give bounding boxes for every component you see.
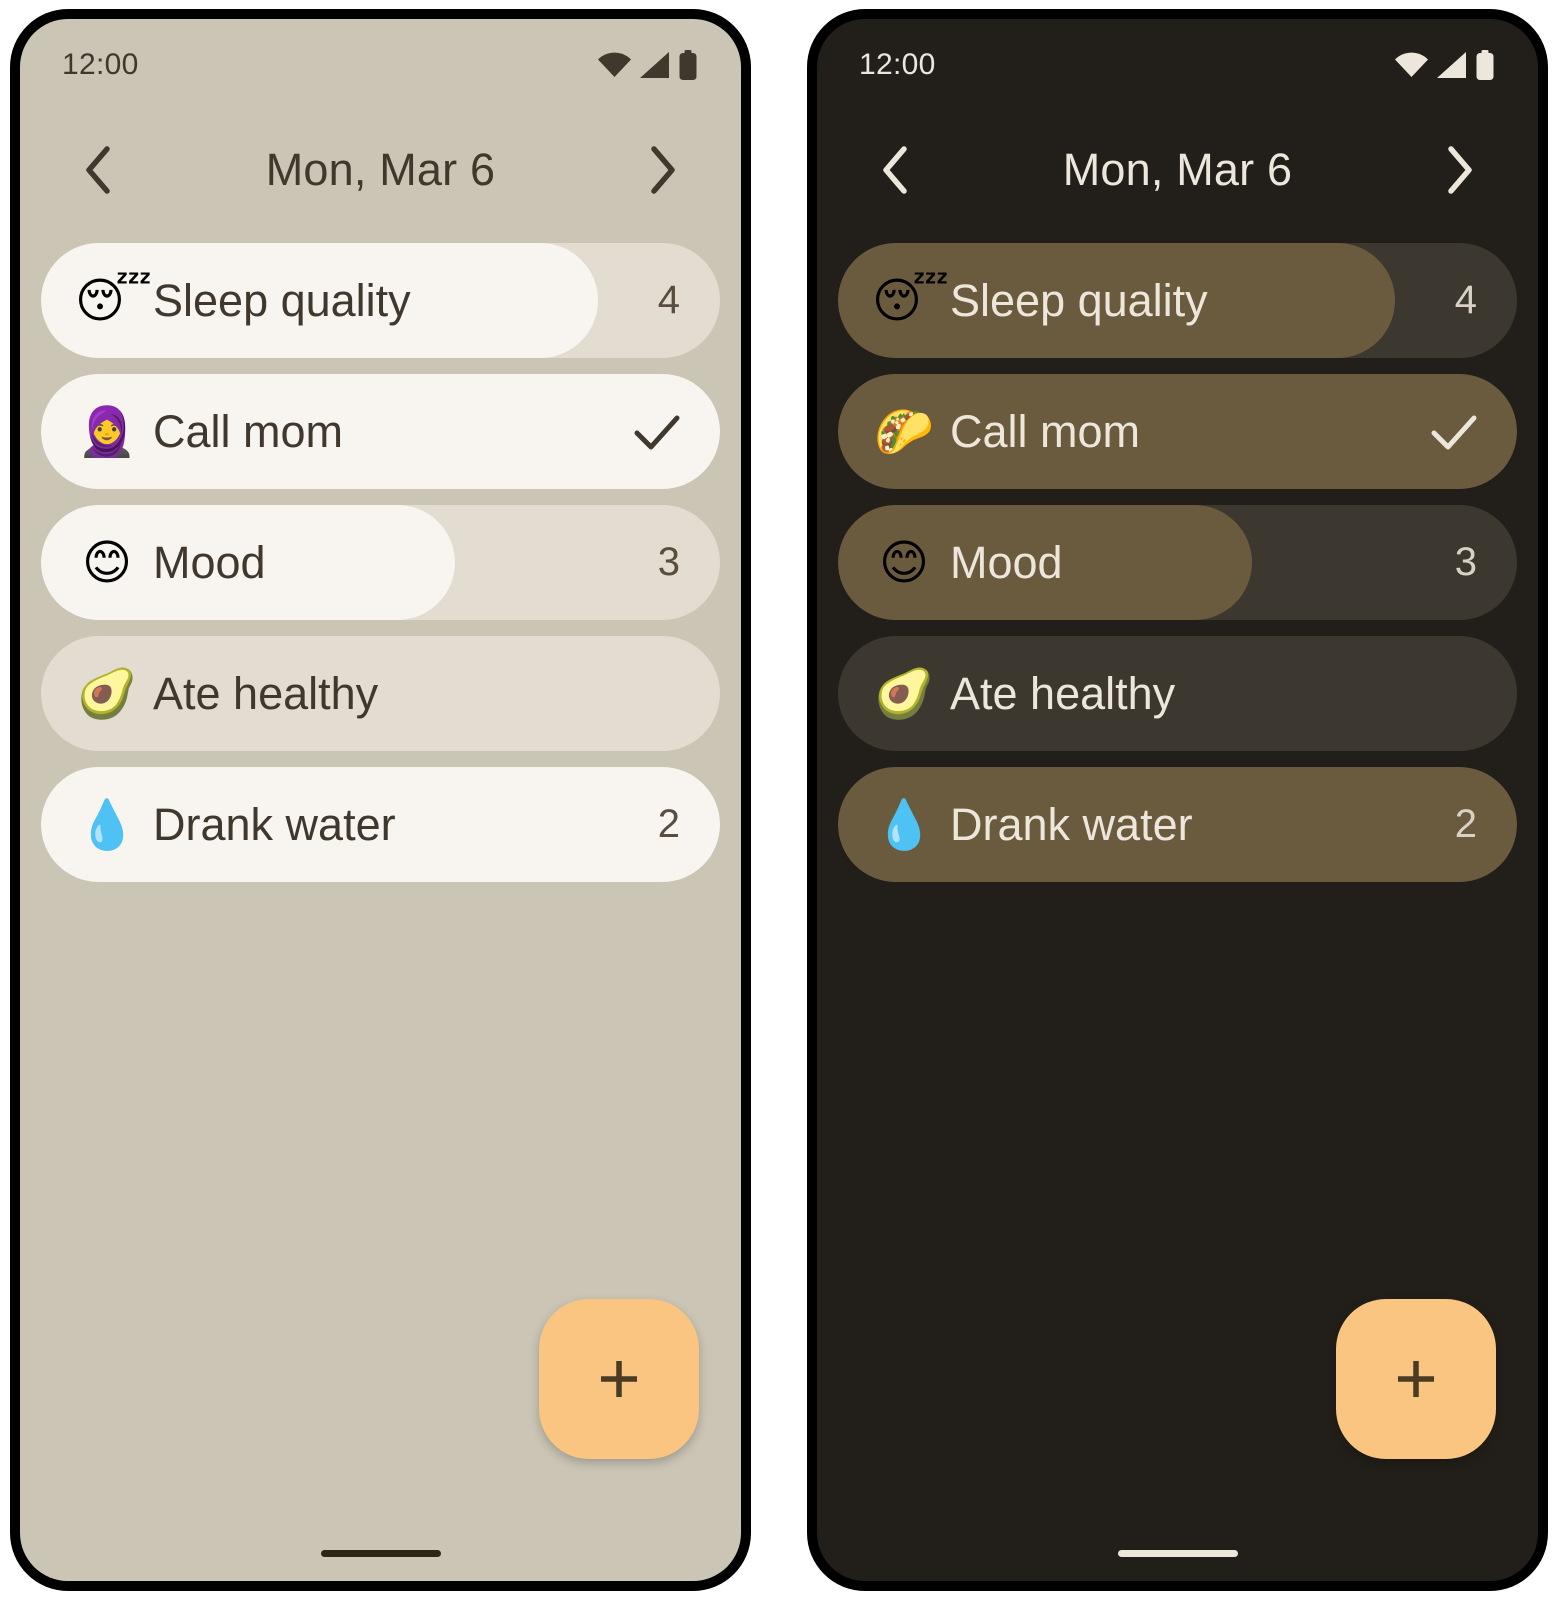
taco-emoji: 🌮 [874, 403, 934, 460]
habit-label: Drank water [153, 798, 396, 850]
page-title: Mon, Mar 6 [1062, 144, 1293, 195]
habit-row-content: 😊 Mood 3 [41, 505, 720, 620]
habit-row[interactable]: 💧 Drank water 2 [41, 767, 720, 882]
next-day-button[interactable] [633, 140, 693, 200]
date-navigation-header: Mon, Mar 6 [20, 111, 741, 229]
status-bar-icons [1395, 50, 1494, 80]
woman-with-headscarf-emoji: 🧕 [77, 403, 137, 460]
habit-label: Call mom [153, 405, 344, 457]
cell-signal-icon [640, 52, 670, 78]
home-indicator[interactable] [320, 1549, 441, 1557]
habit-row-content: 🌮 Call mom [838, 374, 1517, 489]
habit-label: Sleep quality [153, 274, 411, 326]
phone-mockup-light: 12:00 Mon, Mar 6 😴 Sleep quality 4 🧕 Cal… [10, 9, 751, 1591]
habit-row[interactable]: 🥑 Ate healthy [41, 636, 720, 751]
date-navigation-header: Mon, Mar 6 [817, 111, 1538, 229]
smiling-face-emoji: 😊 [81, 534, 133, 591]
previous-day-button[interactable] [68, 140, 128, 200]
habit-label: Ate healthy [153, 667, 379, 719]
droplet-emoji: 💧 [874, 796, 934, 853]
habit-label: Drank water [950, 798, 1193, 850]
habit-row[interactable]: 😴 Sleep quality 4 [41, 243, 720, 358]
sleeping-face-emoji: 😴 [872, 272, 949, 329]
habit-row[interactable]: 🌮 Call mom [838, 374, 1517, 489]
habit-row-content: 😴 Sleep quality 4 [838, 243, 1517, 358]
battery-icon [1476, 50, 1494, 80]
previous-day-button[interactable] [865, 140, 925, 200]
habit-row[interactable]: 😊 Mood 3 [838, 505, 1517, 620]
habit-label: Sleep quality [950, 274, 1208, 326]
habit-value: 3 [1454, 540, 1477, 584]
phone-mockup-dark: 12:00 Mon, Mar 6 😴 Sleep quality 4 🌮 Cal… [807, 9, 1548, 1591]
sleeping-face-emoji: 😴 [75, 272, 152, 329]
habit-row[interactable]: 😴 Sleep quality 4 [838, 243, 1517, 358]
habit-row-content: 😊 Mood 3 [838, 505, 1517, 620]
chevron-right-icon [1445, 146, 1475, 194]
habit-value: 3 [657, 540, 680, 584]
habit-row[interactable]: 😊 Mood 3 [41, 505, 720, 620]
habit-row-content: 💧 Drank water 2 [838, 767, 1517, 882]
page-title: Mon, Mar 6 [265, 144, 496, 195]
status-bar-icons [598, 50, 697, 80]
habit-label: Call mom [950, 405, 1141, 457]
habit-label: Mood [153, 536, 266, 588]
habit-value: 2 [1454, 802, 1477, 846]
chevron-left-icon [83, 146, 113, 194]
add-habit-button[interactable] [539, 1299, 699, 1459]
habit-value: 4 [657, 278, 680, 322]
chevron-right-icon [648, 146, 678, 194]
phone-screen-dark: 12:00 Mon, Mar 6 😴 Sleep quality 4 🌮 Cal… [817, 19, 1538, 1581]
cell-signal-icon [1437, 52, 1467, 78]
habit-row-content: 🥑 Ate healthy [41, 636, 720, 751]
checkmark-icon [1431, 414, 1477, 450]
habit-row-content: 😴 Sleep quality 4 [41, 243, 720, 358]
droplet-emoji: 💧 [77, 796, 137, 853]
status-bar-clock: 12:00 [859, 48, 936, 81]
habit-row[interactable]: 💧 Drank water 2 [838, 767, 1517, 882]
add-habit-button[interactable] [1336, 1299, 1496, 1459]
plus-icon [593, 1353, 645, 1405]
battery-icon [679, 50, 697, 80]
avocado-emoji: 🥑 [77, 665, 137, 722]
avocado-emoji: 🥑 [874, 665, 934, 722]
smiling-face-emoji: 😊 [878, 534, 930, 591]
screenshot-stage: 12:00 Mon, Mar 6 😴 Sleep quality 4 🧕 Cal… [0, 0, 1558, 1600]
habit-row-content: 💧 Drank water 2 [41, 767, 720, 882]
home-indicator-area [20, 1525, 741, 1581]
home-indicator-area [817, 1525, 1538, 1581]
habit-row-content: 🥑 Ate healthy [838, 636, 1517, 751]
habit-label: Mood [950, 536, 1063, 588]
status-bar: 12:00 [817, 19, 1538, 111]
habit-value: 2 [657, 802, 680, 846]
chevron-left-icon [880, 146, 910, 194]
plus-icon [1390, 1353, 1442, 1405]
habit-label: Ate healthy [950, 667, 1176, 719]
phone-screen-light: 12:00 Mon, Mar 6 😴 Sleep quality 4 🧕 Cal… [20, 19, 741, 1581]
next-day-button[interactable] [1430, 140, 1490, 200]
habit-row[interactable]: 🧕 Call mom [41, 374, 720, 489]
checkmark-icon [634, 414, 680, 450]
habit-value: 4 [1454, 278, 1477, 322]
habit-row[interactable]: 🥑 Ate healthy [838, 636, 1517, 751]
status-bar-clock: 12:00 [62, 48, 139, 81]
home-indicator[interactable] [1117, 1549, 1238, 1557]
wifi-icon [1395, 52, 1428, 78]
habit-row-content: 🧕 Call mom [41, 374, 720, 489]
wifi-icon [598, 52, 631, 78]
status-bar: 12:00 [20, 19, 741, 111]
